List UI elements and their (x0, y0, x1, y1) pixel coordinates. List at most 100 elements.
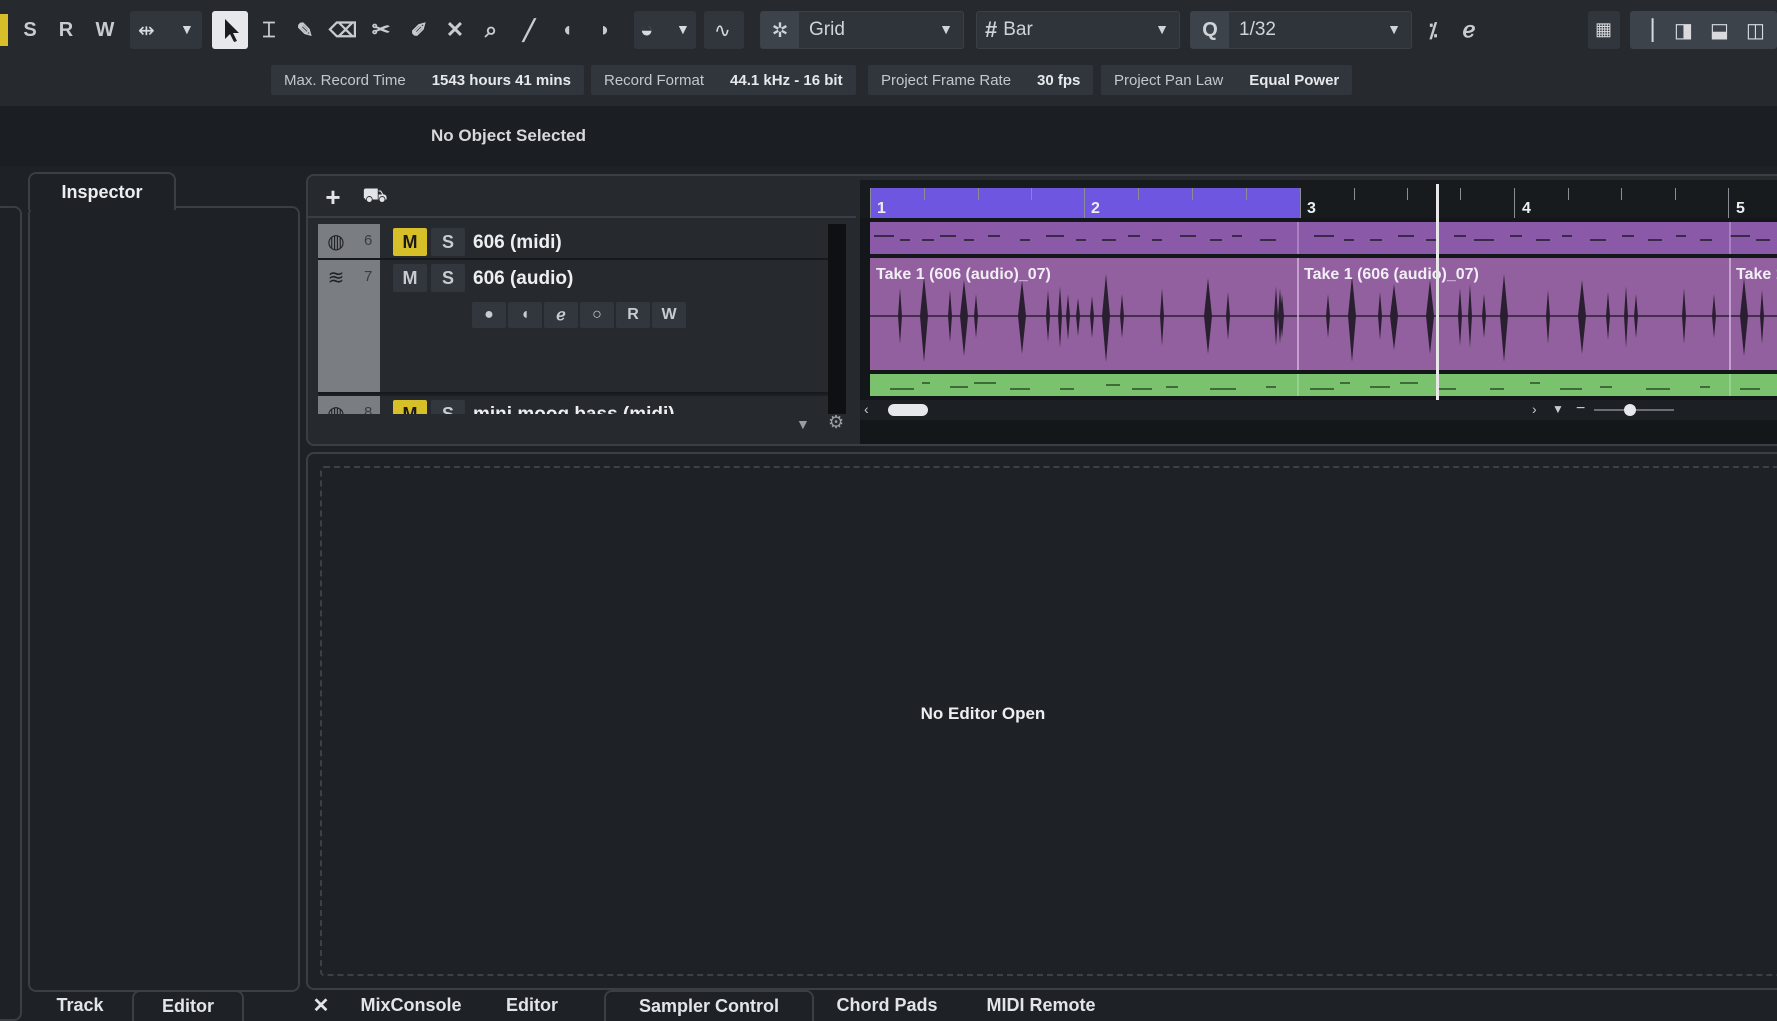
line-tool-icon[interactable]: ╱ (514, 11, 544, 49)
color-tool-icon[interactable]: ◗ (590, 11, 620, 49)
beat-tick (1138, 188, 1139, 200)
scroll-thumb[interactable] (888, 404, 928, 416)
zoom-out-icon[interactable]: − (1576, 400, 1585, 418)
media-bay-button[interactable]: ▦ (1588, 11, 1620, 49)
tab-editor[interactable]: Editor (486, 990, 578, 1021)
beat-tick (1568, 188, 1569, 200)
mute-button[interactable]: M (393, 228, 427, 256)
track-number: 7 (364, 268, 373, 285)
zoom-presets-icon[interactable]: ▼ (1552, 402, 1564, 416)
status-key: Project Pan Law (1114, 71, 1224, 89)
grid-type-dropdown[interactable]: # Bar ▼ (976, 11, 1180, 49)
left-edge-panel (0, 206, 22, 1021)
zoom-slider-thumb[interactable] (1624, 404, 1636, 416)
audio-event-lane[interactable]: Take 1 (606 (audio)_07) Take 1 (606 (aud… (870, 258, 1777, 370)
tab-midi-remote[interactable]: MIDI Remote (966, 990, 1116, 1021)
bar-tick (1728, 188, 1729, 218)
track-row[interactable]: ◍ 6 M S 606 (midi) (318, 224, 846, 260)
status-key: Project Frame Rate (881, 71, 1012, 89)
right-zone-icon[interactable]: ◨ (1674, 18, 1693, 43)
monitor-speaker-icon[interactable]: ◖ (508, 302, 542, 328)
play-speaker-icon[interactable]: ◖ (552, 11, 582, 49)
lower-zone-editor: No Editor Open (306, 452, 1777, 990)
track-row[interactable]: ≋ 7 M S 606 (audio) ● ◖ ℯ ○ R W (318, 260, 846, 394)
scroll-right-icon[interactable]: › (1532, 401, 1537, 417)
bar-tick (1514, 188, 1515, 218)
midi-part-lane[interactable] (870, 222, 1777, 254)
snap-type-dropdown[interactable]: ✲ Grid ▼ (760, 11, 964, 49)
tab-chord-pads[interactable]: Chord Pads (822, 990, 952, 1021)
track-name[interactable]: 606 (midi) (473, 232, 562, 254)
lower-zone-icon[interactable]: ⬓ (1710, 18, 1729, 43)
write-automation-button[interactable]: W (652, 302, 686, 328)
project-cursor[interactable] (1436, 184, 1439, 400)
event-display[interactable]: 1 2 3 4 5 Take 1 (606 (audio)_07) Take 1… (860, 180, 1777, 444)
bar-number: 5 (1736, 200, 1745, 217)
tab-editor-left[interactable]: Editor (132, 990, 244, 1021)
frame-rate-chip[interactable]: Project Frame Rate 30 fps (868, 65, 1094, 95)
no-editor-message: No Editor Open (920, 704, 1046, 723)
write-automation-button[interactable]: W (88, 11, 122, 49)
midi-notes (874, 222, 1770, 254)
auto-scroll-group[interactable]: ◒ ▼ (634, 11, 696, 49)
split-scissors-icon[interactable]: ✂ (366, 11, 396, 49)
right-panel-icon[interactable]: ◫ (1746, 18, 1765, 43)
solo-button[interactable]: S (431, 228, 465, 256)
track-list-header: + ⛟ (308, 176, 856, 218)
automation-mode-group[interactable]: ⇹ ▼ (130, 11, 202, 49)
glue-icon[interactable]: ✐ (404, 11, 434, 49)
range-selection-icon[interactable]: ⌶ (254, 11, 284, 49)
edit-channel-icon[interactable]: ℯ (544, 302, 578, 328)
snap-crossfade-button[interactable]: ∿ (704, 11, 744, 49)
erase-icon[interactable]: ⌫ (328, 11, 358, 49)
tab-sampler-control[interactable]: Sampler Control (604, 990, 814, 1021)
mute-tool-icon[interactable]: ✕ (440, 11, 470, 49)
tab-inspector[interactable]: Inspector (28, 172, 176, 210)
read-automation-button[interactable]: R (52, 11, 80, 49)
object-selection-tool[interactable] (212, 11, 248, 49)
track-number: 6 (364, 232, 373, 249)
quantize-dropdown[interactable]: Q 1/32 ▼ (1190, 11, 1412, 49)
left-zone-icon[interactable]: ▕ (1638, 18, 1653, 43)
add-track-icon[interactable]: + (318, 182, 348, 212)
pan-law-chip[interactable]: Project Pan Law Equal Power (1101, 65, 1353, 95)
cycle-range[interactable] (870, 188, 1300, 218)
audio-waveform-icon: ≋ (327, 266, 345, 289)
pointer-icon (225, 19, 239, 42)
scroll-left-icon[interactable]: ‹ (864, 401, 869, 417)
status-line: Max. Record Time 1543 hours 41 mins Reco… (0, 58, 1777, 106)
tab-mixconsole[interactable]: MixConsole (346, 990, 476, 1021)
gear-icon[interactable]: ⚙ (828, 412, 844, 433)
track-list-scrollbar[interactable] (828, 224, 846, 414)
solo-button[interactable]: S (16, 11, 44, 49)
beat-tick (1621, 188, 1622, 200)
mute-button[interactable]: M (393, 400, 427, 414)
horizontal-scrollbar[interactable]: ‹ › ▼ − (860, 400, 1777, 420)
read-automation-button[interactable]: R (616, 302, 650, 328)
beat-tick (1675, 188, 1676, 200)
window-layout-group: ▕ ◨ ⬓ ◫ (1630, 11, 1777, 49)
bass-midi-part-lane[interactable] (870, 374, 1777, 396)
zoom-icon[interactable]: ⌕ (476, 11, 506, 49)
mute-button[interactable]: M (393, 264, 427, 292)
solo-button[interactable]: S (431, 400, 465, 414)
chevron-down-icon[interactable]: ▼ (796, 416, 810, 432)
lock-icon[interactable]: ○ (580, 302, 614, 328)
record-format-chip[interactable]: Record Format 44.1 kHz - 16 bit (591, 65, 856, 95)
midi-notes (890, 374, 1760, 396)
chevron-down-icon: ▼ (1387, 21, 1401, 37)
ruler[interactable]: 1 2 3 4 5 (860, 180, 1777, 218)
track-name[interactable]: 606 (audio) (473, 268, 573, 290)
close-icon[interactable]: ✕ (306, 990, 336, 1021)
solo-button[interactable]: S (431, 264, 465, 292)
tab-track[interactable]: Track (28, 990, 132, 1021)
track-name[interactable]: mini moog bass (midi) (473, 404, 675, 414)
draw-pencil-icon[interactable]: ✎ (290, 11, 320, 49)
quantize-edit-icon[interactable]: ℯ (1454, 11, 1484, 49)
track-row[interactable]: ◍ 8 M S mini moog bass (midi) (318, 396, 846, 414)
iterative-quantize-icon[interactable]: ⁒ (1418, 11, 1448, 49)
chevron-down-icon: ▼ (180, 21, 194, 37)
folder-icon[interactable]: ⛟ (358, 182, 392, 212)
record-enable-icon[interactable]: ● (472, 302, 506, 328)
automation-icon: ⇹ (138, 20, 155, 42)
